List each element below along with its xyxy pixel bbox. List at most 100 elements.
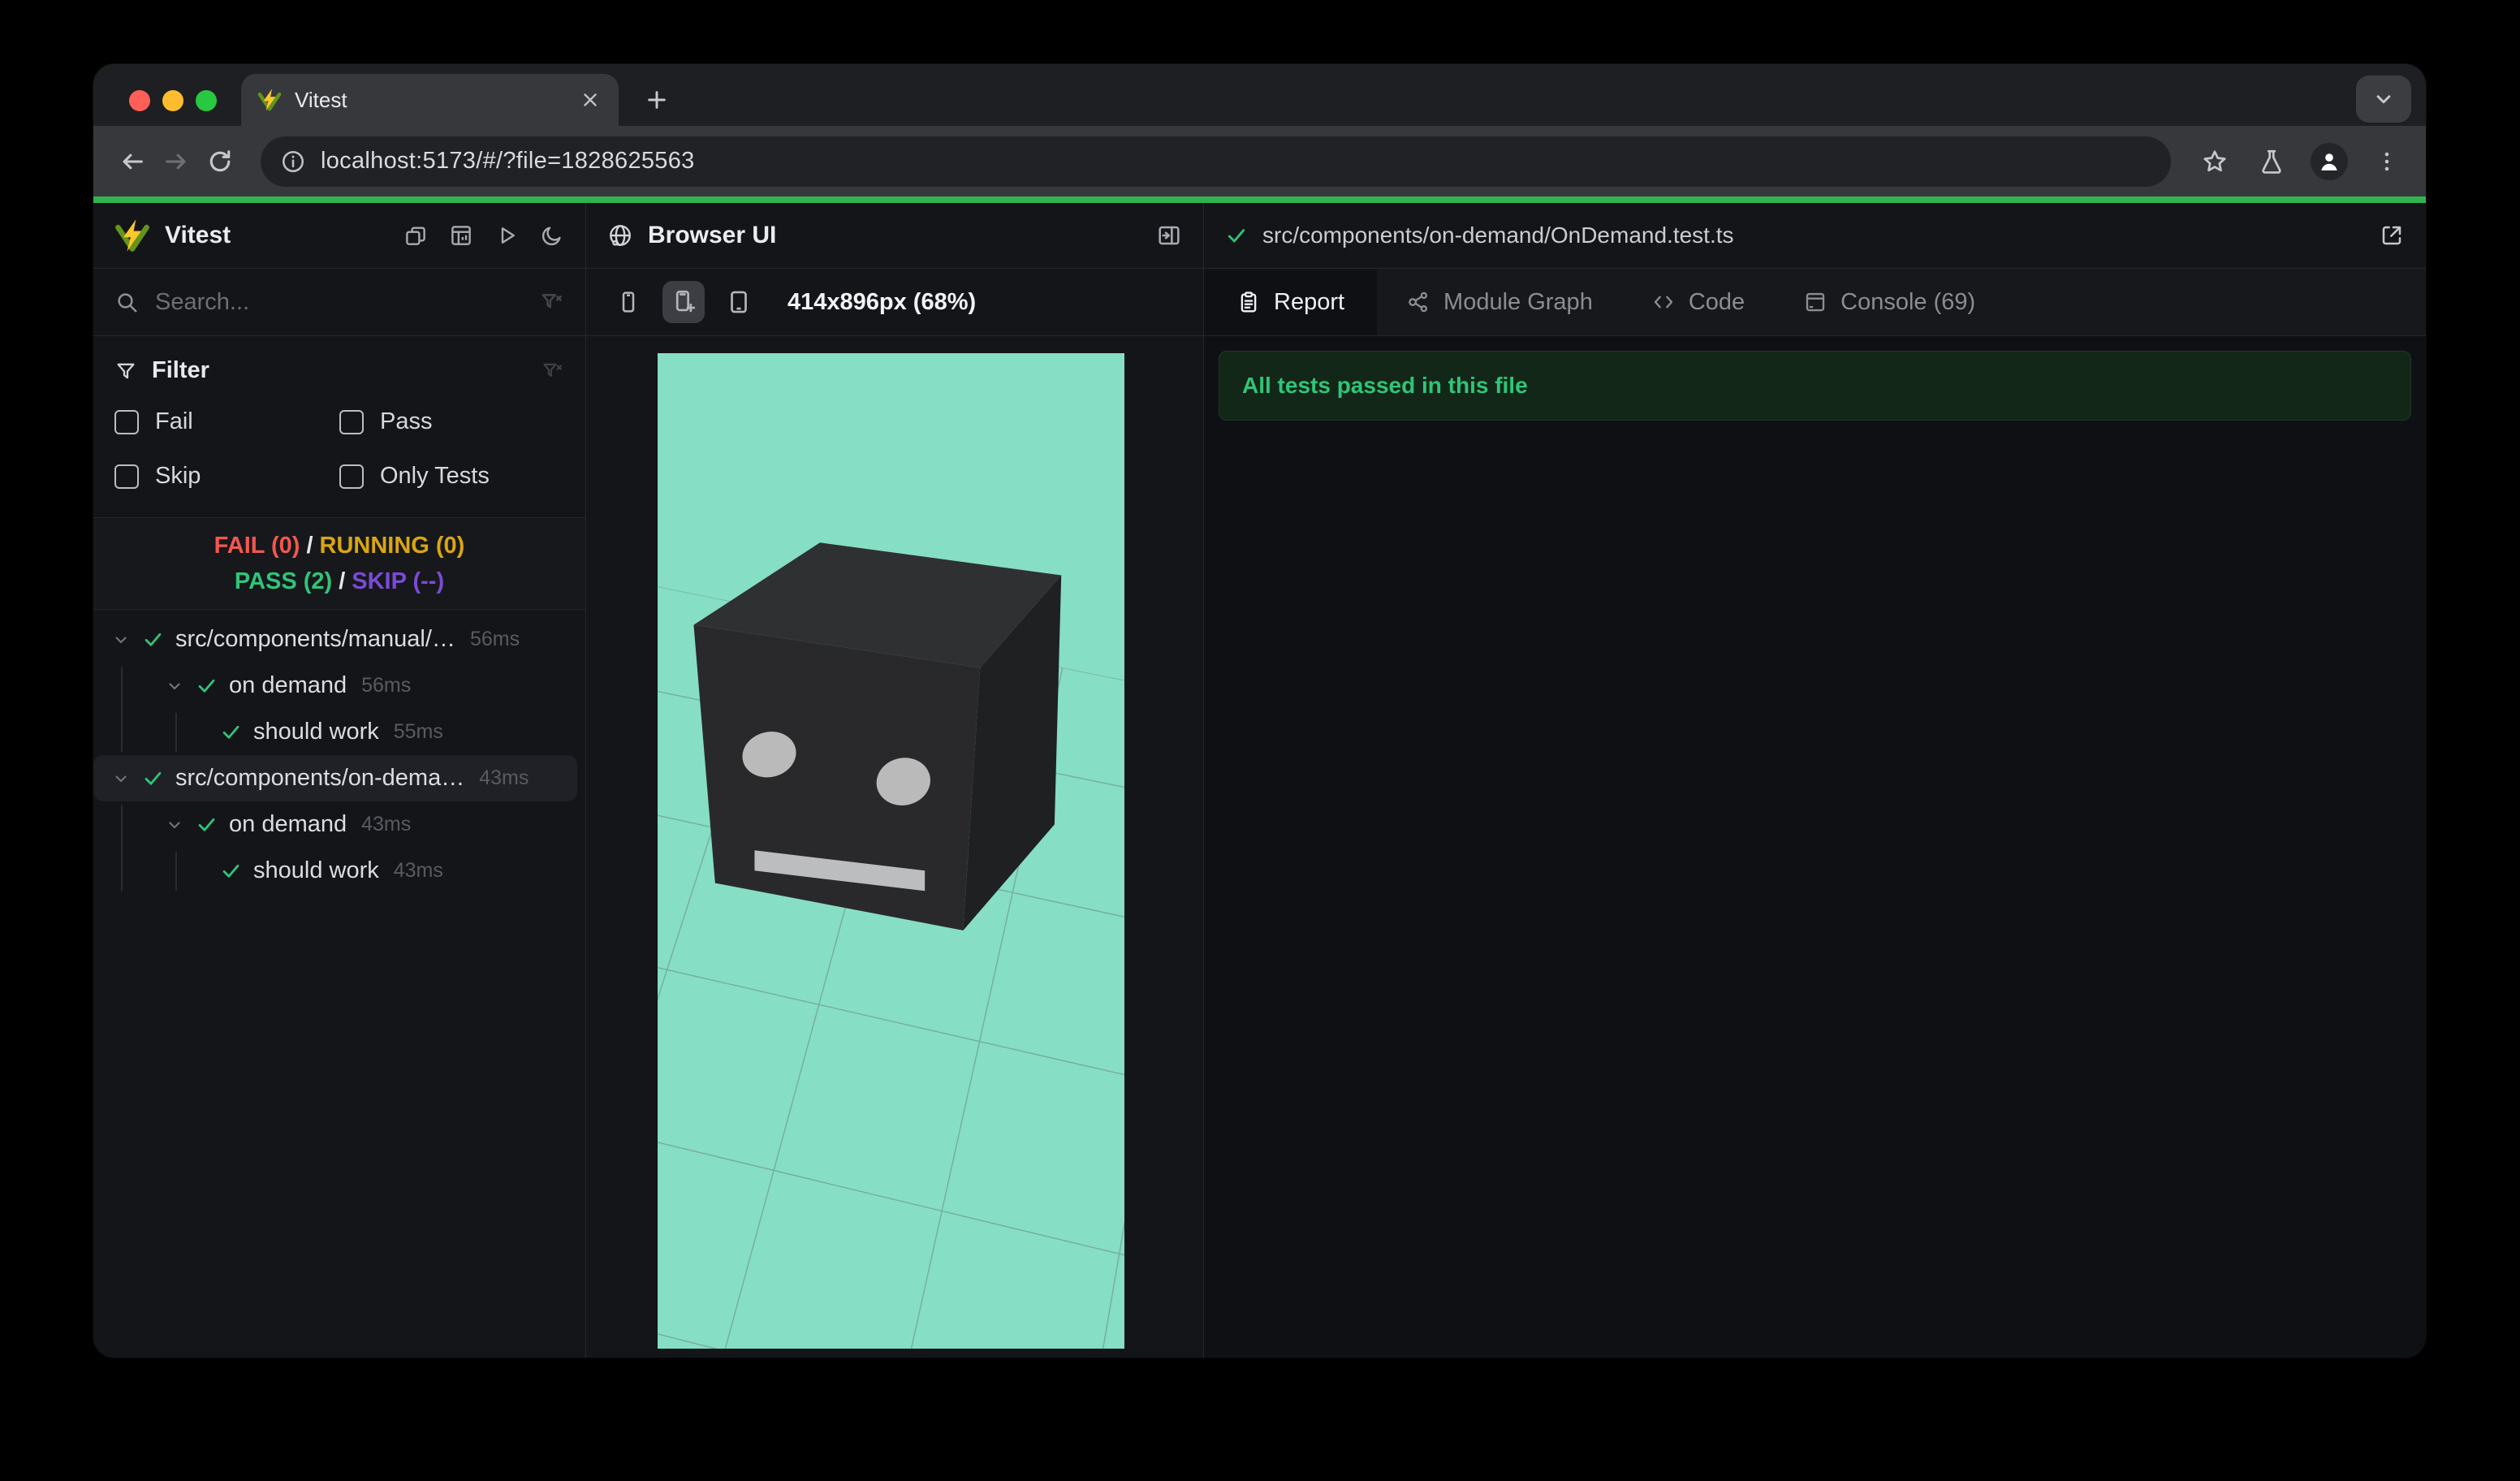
reload-icon[interactable] — [202, 144, 238, 179]
pass-count: PASS (2) — [234, 568, 333, 594]
clear-filter-icon[interactable] — [540, 290, 564, 314]
close-window-button[interactable] — [129, 90, 150, 111]
browser-tabstrip: Vitest — [93, 64, 2426, 126]
collapse-tests-icon[interactable] — [403, 223, 428, 248]
tree-row-file-selected[interactable]: src/components/on-dema… 43ms — [93, 755, 577, 801]
test-progress-bar — [93, 196, 2426, 203]
globe-icon — [607, 222, 633, 248]
preview-area — [586, 336, 1203, 1358]
checkbox-icon — [339, 464, 364, 489]
pass-check-icon — [196, 675, 218, 697]
report-header: src/components/on-demand/OnDemand.test.t… — [1204, 203, 2426, 269]
running-count: RUNNING (0) — [319, 533, 465, 559]
bookmark-star-icon[interactable] — [2197, 144, 2233, 179]
chevron-down-icon[interactable] — [165, 676, 184, 696]
site-info-icon[interactable] — [280, 149, 306, 175]
duration: 55ms — [393, 720, 443, 743]
filter-checkbox-fail[interactable]: Fail — [114, 408, 339, 435]
forward-icon[interactable] — [158, 144, 194, 179]
indent-guide — [121, 805, 123, 891]
sidebar-title: Vitest — [165, 222, 231, 248]
indent-guide — [175, 713, 177, 752]
new-tab-button[interactable] — [639, 82, 675, 118]
checkbox-icon — [114, 409, 139, 434]
viewport-size-label: 414x896px (68%) — [788, 288, 977, 315]
summary-line-1: FAIL (0) / RUNNING (0) — [214, 533, 465, 559]
browser-ui-header: Browser UI — [586, 203, 1203, 269]
all-tests-passed-banner: All tests passed in this file — [1219, 351, 2411, 421]
device-tablet-button[interactable] — [718, 281, 760, 323]
robot-cube — [693, 542, 1062, 930]
maximize-window-button[interactable] — [196, 90, 217, 111]
window-controls — [129, 90, 217, 111]
dark-mode-moon-icon[interactable] — [540, 223, 564, 248]
toolbar-actions — [2197, 142, 2405, 180]
tree-row-test[interactable]: should work 43ms — [93, 848, 585, 894]
fail-count: FAIL (0) — [214, 533, 300, 559]
run-all-icon[interactable] — [494, 223, 519, 248]
pass-check-icon — [142, 767, 164, 789]
profile-avatar[interactable] — [2311, 142, 2348, 180]
chevron-down-icon[interactable] — [165, 815, 184, 835]
device-toolbar: 414x896px (68%) — [586, 269, 1203, 336]
test-viewport[interactable] — [658, 353, 1124, 1349]
tab-close-icon[interactable] — [578, 88, 602, 112]
menu-kebab-icon[interactable] — [2369, 144, 2405, 179]
vitest-ui: Vitest Search... Filter Fail Pass Skip O… — [93, 203, 2426, 1358]
chevron-down-icon[interactable] — [111, 769, 131, 788]
search-input[interactable] — [155, 288, 540, 316]
clear-filter-icon[interactable] — [542, 360, 564, 382]
back-icon[interactable] — [114, 144, 150, 179]
tree-row-suite[interactable]: on demand 56ms — [93, 663, 585, 709]
report-content: All tests passed in this file — [1204, 336, 2426, 1358]
console-icon — [1803, 290, 1827, 314]
device-phone-add-button[interactable] — [662, 281, 705, 323]
open-external-icon[interactable] — [2379, 222, 2405, 248]
pass-check-icon — [1225, 224, 1248, 247]
browser-tab[interactable]: Vitest — [241, 74, 619, 126]
filter-section: Filter Fail Pass Skip Only Tests — [93, 336, 585, 517]
test-summary: FAIL (0) / RUNNING (0) PASS (2) / SKIP (--) — [93, 517, 585, 610]
minimize-window-button[interactable] — [162, 90, 183, 111]
url-bar[interactable]: localhost:5173/#/?file=1828625563 — [261, 136, 2171, 187]
threejs-scene — [658, 353, 1124, 1349]
tab-module-graph[interactable]: Module Graph — [1377, 269, 1622, 335]
duration: 56ms — [469, 628, 520, 650]
tab-console[interactable]: Console (69) — [1774, 269, 2004, 335]
test-tree: src/components/manual/… 56ms on demand 5… — [93, 610, 585, 1358]
browser-ui-panel: Browser UI 414x896px (68%) — [586, 203, 1204, 1358]
indent-guide — [121, 667, 123, 752]
experiments-flask-icon[interactable] — [2254, 144, 2289, 179]
chevron-down-icon[interactable] — [111, 630, 131, 650]
dashboard-icon[interactable] — [449, 223, 473, 248]
filter-checkbox-skip[interactable]: Skip — [114, 463, 339, 490]
checkbox-icon — [114, 464, 139, 489]
dock-panel-right-icon[interactable] — [1156, 222, 1182, 248]
tree-row-test[interactable]: should work 55ms — [93, 709, 585, 755]
code-icon — [1651, 290, 1676, 314]
vitest-logo-icon — [114, 218, 150, 253]
test-file-path: src/components/on-demand/OnDemand.test.t… — [1262, 222, 1734, 248]
url-text: localhost:5173/#/?file=1828625563 — [321, 148, 695, 174]
report-panel: src/components/on-demand/OnDemand.test.t… — [1204, 203, 2426, 1358]
tree-row-file[interactable]: src/components/manual/… 56ms — [93, 616, 585, 663]
filter-label: Filter — [152, 357, 209, 383]
filter-checkbox-only-tests[interactable]: Only Tests — [339, 463, 564, 490]
summary-line-2: PASS (2) / SKIP (--) — [234, 568, 445, 594]
module-graph-icon — [1406, 290, 1430, 314]
tab-report[interactable]: Report — [1204, 269, 1378, 335]
pass-check-icon — [142, 628, 164, 650]
filter-checkbox-pass[interactable]: Pass — [339, 408, 564, 435]
skip-count: SKIP (--) — [352, 568, 445, 594]
sidebar: Vitest Search... Filter Fail Pass Skip O… — [93, 203, 586, 1358]
device-phone-small-button[interactable] — [607, 281, 649, 323]
report-tabs: Report Module Graph Code Console (69) — [1204, 269, 2426, 336]
tab-code[interactable]: Code — [1622, 269, 1774, 335]
browser-window: Vitest localhost:5173/#/?file=1828625563 — [93, 64, 2426, 1358]
tab-search-button[interactable] — [2356, 76, 2411, 123]
duration: 43ms — [393, 859, 443, 882]
report-icon — [1236, 290, 1261, 314]
tree-row-suite[interactable]: on demand 43ms — [93, 801, 585, 848]
duration: 56ms — [361, 674, 412, 697]
vitest-favicon — [257, 88, 282, 112]
